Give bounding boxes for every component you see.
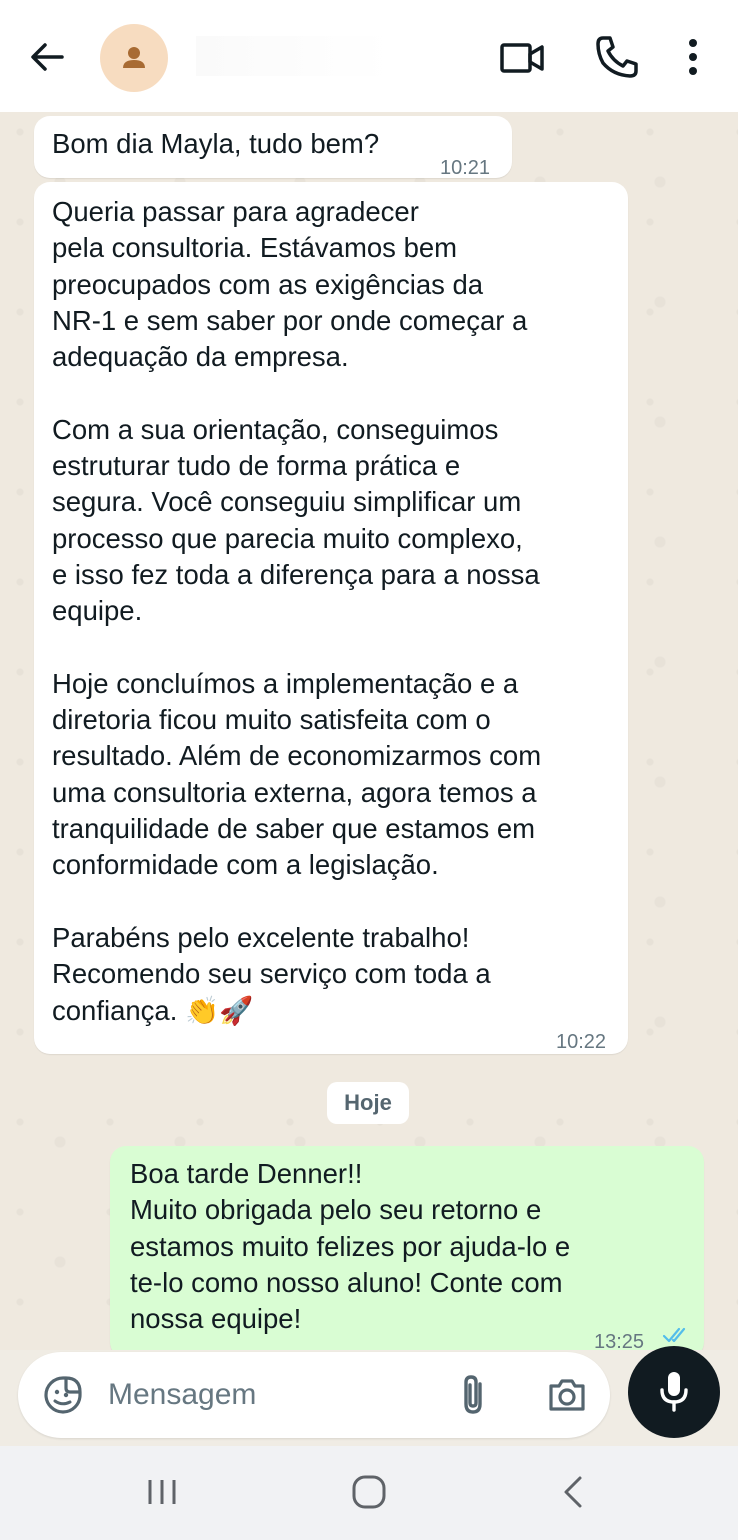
voice-call-button[interactable]	[594, 34, 640, 80]
arrow-left-icon	[31, 43, 64, 71]
message-bubble[interactable]: Boa tarde Denner!! Muito obrigada pelo s…	[110, 1146, 704, 1350]
message-text: Bom dia Mayla, tudo bem?	[52, 128, 380, 159]
voice-message-button[interactable]	[628, 1346, 720, 1438]
message-text: Boa tarde Denner!! Muito obrigada pelo s…	[130, 1158, 571, 1335]
paperclip-icon	[464, 1375, 482, 1414]
video-call-button[interactable]	[498, 34, 546, 82]
message-time: 13:25	[594, 1331, 645, 1350]
message-bubble[interactable]: Bom dia Mayla, tudo bem? 10:21	[34, 116, 512, 179]
message-text: Queria passar para agradecer pela consul…	[52, 196, 542, 1026]
sticker-button[interactable]	[42, 1374, 84, 1416]
home-button[interactable]	[350, 1474, 388, 1515]
chat-area[interactable]: Bom dia Mayla, tudo bem? 10:21 Queria pa…	[0, 112, 738, 1350]
message-input[interactable]	[108, 1370, 428, 1420]
more-vertical-icon	[689, 39, 697, 75]
phone-icon	[596, 36, 638, 78]
chevron-left-icon	[564, 1476, 582, 1508]
chat-header	[0, 0, 738, 112]
read-receipt-icon	[662, 1327, 686, 1343]
message-bubble[interactable]: Queria passar para agradecer pela consul…	[34, 182, 628, 1054]
recent-apps-button[interactable]	[142, 1474, 182, 1515]
more-options-button[interactable]	[678, 32, 708, 82]
person-icon	[123, 47, 145, 68]
video-camera-icon	[500, 43, 544, 73]
camera-button[interactable]	[546, 1374, 588, 1416]
back-button[interactable]	[26, 36, 68, 78]
message-time: 10:21	[440, 157, 491, 179]
sticker-icon	[44, 1376, 82, 1414]
message-compose-bar	[18, 1352, 610, 1438]
recent-apps-icon	[148, 1480, 176, 1504]
home-icon	[352, 1475, 386, 1509]
date-separator: Hoje	[327, 1082, 409, 1124]
system-navigation-bar	[0, 1446, 738, 1540]
camera-icon	[549, 1379, 585, 1411]
contact-name[interactable]	[196, 36, 476, 76]
contact-avatar[interactable]	[100, 24, 168, 92]
attach-button[interactable]	[456, 1372, 490, 1418]
microphone-icon	[660, 1372, 688, 1412]
message-time: 10:22	[556, 1031, 607, 1053]
back-nav-button[interactable]	[556, 1474, 590, 1515]
